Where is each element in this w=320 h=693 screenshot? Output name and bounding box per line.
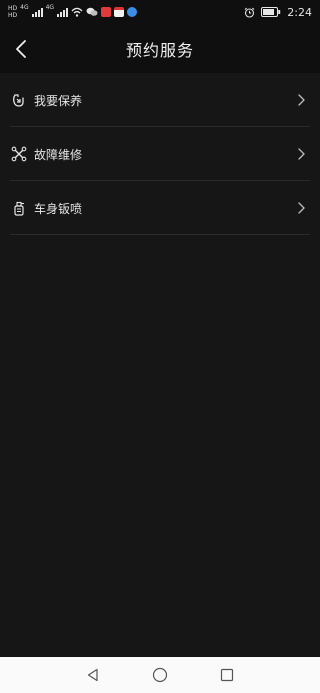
alarm-icon <box>244 7 255 18</box>
network-label: 4G <box>20 4 29 11</box>
repair-tools-icon <box>10 145 28 163</box>
chevron-right-icon <box>296 93 306 107</box>
wechat-icon <box>86 7 98 16</box>
status-time: 2:24 <box>287 5 312 19</box>
nav-back-button[interactable] <box>81 663 105 687</box>
nav-home-icon <box>152 667 168 683</box>
hd-badge: HD HD <box>8 5 17 19</box>
signal-icon <box>31 7 43 17</box>
spray-bottle-icon <box>10 199 28 217</box>
menu-item-label: 我要保养 <box>34 93 83 108</box>
back-arrow-icon <box>16 40 26 58</box>
menu-item-label: 车身钣喷 <box>34 201 83 216</box>
menu-item-label: 故障维修 <box>34 147 83 162</box>
battery-icon <box>261 7 281 17</box>
nav-recents-button[interactable] <box>215 663 239 687</box>
network-label-2: 4G <box>45 4 55 11</box>
nav-back-icon <box>88 668 98 682</box>
browser-icon <box>127 7 138 17</box>
nav-recents-icon <box>220 668 233 682</box>
menu-item-maintenance[interactable]: 我要保养 <box>0 73 320 127</box>
status-bar: HD HD 4G 4G 2:24 <box>0 0 320 24</box>
hd-label-2: HD <box>8 12 18 19</box>
maintenance-icon <box>10 91 28 109</box>
menu-item-repair[interactable]: 故障维修 <box>0 127 320 181</box>
menu-item-body-paint[interactable]: 车身钣喷 <box>0 181 320 235</box>
page-title: 预约服务 <box>125 40 194 60</box>
status-left: HD HD 4G 4G <box>8 0 138 24</box>
wifi-icon <box>71 7 83 17</box>
chevron-right-icon <box>296 147 306 161</box>
hd-label: HD <box>8 5 18 12</box>
system-nav-bar <box>0 657 320 693</box>
header-bar: 预约服务 <box>0 24 320 73</box>
nav-home-button[interactable] <box>148 663 172 687</box>
service-list: 我要保养 故障维修 车身钣喷 <box>0 73 320 235</box>
weibo-icon <box>101 7 112 17</box>
calendar-icon <box>114 7 125 17</box>
status-right: 2:24 <box>244 0 312 24</box>
back-button[interactable] <box>6 34 36 64</box>
signal-icon-2 <box>57 7 69 17</box>
chevron-right-icon <box>296 201 306 215</box>
